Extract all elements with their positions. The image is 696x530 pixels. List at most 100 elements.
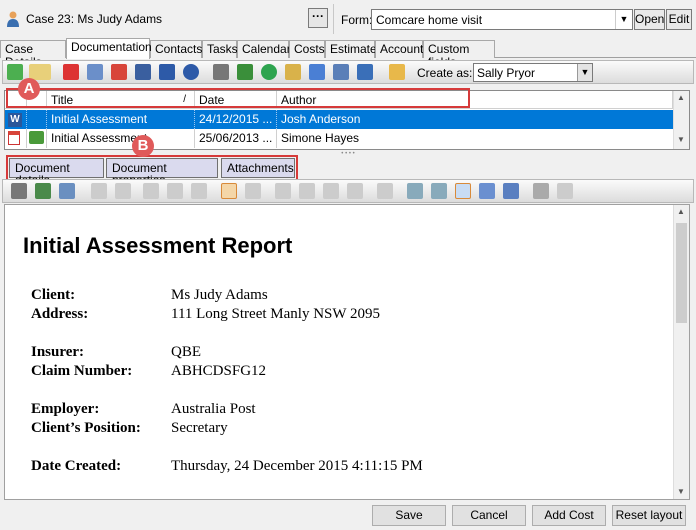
print-icon[interactable] bbox=[213, 64, 229, 80]
filter-icon[interactable] bbox=[309, 64, 325, 80]
tab-case-details[interactable]: Case Details bbox=[0, 40, 66, 69]
row-date: 25/06/2013 ... bbox=[195, 129, 277, 148]
chevron-down-icon[interactable]: ▼ bbox=[677, 135, 685, 144]
create-as-select[interactable]: Sally Pryor ▼ bbox=[473, 63, 593, 82]
tab-estimate[interactable]: Estimate bbox=[325, 40, 377, 58]
bullets-icon[interactable] bbox=[275, 183, 291, 199]
person-icon bbox=[7, 11, 19, 27]
redo-icon[interactable] bbox=[115, 183, 131, 199]
grid-scrollbar[interactable]: ▲ ▼ bbox=[673, 91, 689, 149]
callout-a: A bbox=[18, 78, 40, 100]
chevron-down-icon[interactable]: ▼ bbox=[677, 487, 685, 496]
indent-icon[interactable] bbox=[347, 183, 363, 199]
font-icon[interactable] bbox=[245, 183, 261, 199]
layout-icon[interactable] bbox=[357, 64, 373, 80]
pdf-icon bbox=[5, 129, 27, 148]
divider bbox=[333, 4, 334, 34]
document-scrollbar[interactable]: ▲ ▼ bbox=[673, 205, 689, 499]
page-layout-icon[interactable] bbox=[221, 183, 237, 199]
tab-contacts[interactable]: Contacts bbox=[150, 40, 202, 58]
field-value: Secretary bbox=[171, 420, 228, 436]
field-label: Address: bbox=[31, 306, 89, 322]
field-label: Client: bbox=[31, 287, 76, 303]
callout-b: B bbox=[132, 135, 154, 157]
paste-icon[interactable] bbox=[191, 183, 207, 199]
document-editor[interactable]: Initial Assessment Report Client: Ms Jud… bbox=[4, 204, 690, 500]
tab-calendar[interactable]: Calendar bbox=[237, 40, 291, 58]
type-cell bbox=[27, 110, 47, 129]
chevron-down-icon[interactable]: ▼ bbox=[577, 64, 592, 81]
fit-page-icon[interactable] bbox=[455, 183, 471, 199]
chevron-down-icon[interactable]: ▼ bbox=[615, 10, 632, 29]
print-icon[interactable] bbox=[11, 183, 27, 199]
field-value: QBE bbox=[171, 344, 201, 360]
cancel-button[interactable]: Cancel bbox=[452, 505, 526, 526]
columns-icon[interactable] bbox=[333, 64, 349, 80]
tab-account[interactable]: Account bbox=[375, 40, 423, 58]
outdent-icon[interactable] bbox=[323, 183, 339, 199]
field-label: Employer: bbox=[31, 401, 100, 417]
more-button[interactable]: ··· bbox=[308, 8, 328, 28]
import-icon[interactable] bbox=[285, 64, 301, 80]
save-icon[interactable] bbox=[159, 64, 175, 80]
zoom-in-icon[interactable] bbox=[431, 183, 447, 199]
table-row[interactable]: Initial Assessment 25/06/2013 ... Simone… bbox=[5, 129, 673, 148]
highlight-box-a bbox=[6, 88, 470, 108]
copy-icon[interactable] bbox=[167, 183, 183, 199]
chevron-up-icon[interactable]: ▲ bbox=[677, 93, 685, 102]
add-cost-button[interactable]: Add Cost bbox=[532, 505, 606, 526]
field-label: Date Created: bbox=[31, 458, 122, 474]
delete-icon[interactable] bbox=[63, 64, 79, 80]
table-row[interactable]: W Initial Assessment 24/12/2015 ... Josh… bbox=[5, 110, 673, 129]
document-heading: Initial Assessment Report bbox=[23, 233, 293, 258]
edit-button[interactable]: Edit bbox=[666, 9, 692, 30]
field-value: Australia Post bbox=[171, 401, 256, 417]
money-icon bbox=[27, 129, 47, 148]
find-icon[interactable] bbox=[59, 183, 75, 199]
field-label: Claim Number: bbox=[31, 363, 133, 379]
field-value: 111 Long Street Manly NSW 2095 bbox=[171, 306, 381, 322]
template-icon[interactable] bbox=[503, 183, 519, 199]
tab-tasks[interactable]: Tasks bbox=[202, 40, 238, 58]
case-title: Case 23: Ms Judy Adams bbox=[26, 12, 163, 26]
add-icon[interactable] bbox=[7, 64, 23, 80]
tab-costs[interactable]: Costs bbox=[289, 40, 325, 58]
form-label: Form: bbox=[341, 13, 373, 27]
highlight-box-b bbox=[6, 155, 298, 181]
export-icon[interactable] bbox=[237, 64, 253, 80]
field-label: Insurer: bbox=[31, 344, 85, 360]
ab-icon[interactable] bbox=[557, 183, 573, 199]
scroll-thumb[interactable] bbox=[676, 223, 687, 323]
tab-bar: Case Details Documentation Contacts Task… bbox=[0, 38, 696, 69]
chevron-up-icon[interactable]: ▲ bbox=[677, 207, 685, 216]
reset-layout-button[interactable]: Reset layout bbox=[612, 505, 686, 526]
copy-icon[interactable] bbox=[87, 64, 103, 80]
create-as-label: Create as: bbox=[417, 66, 473, 80]
form-select-value: Comcare home visit bbox=[376, 13, 483, 27]
form-select[interactable]: Comcare home visit ▼ bbox=[371, 9, 633, 30]
field-value: ABHCDSFG12 bbox=[171, 363, 267, 379]
tab-custom-fields[interactable]: Custom fields bbox=[423, 40, 495, 69]
eraser-icon[interactable] bbox=[533, 183, 549, 199]
save-button[interactable]: Save bbox=[372, 505, 446, 526]
create-as-value: Sally Pryor bbox=[477, 66, 536, 80]
duplicate-icon[interactable] bbox=[135, 64, 151, 80]
pdf-icon[interactable] bbox=[111, 64, 127, 80]
cut-icon[interactable] bbox=[143, 183, 159, 199]
folder-icon[interactable] bbox=[389, 64, 405, 80]
zoom-out-icon[interactable] bbox=[407, 183, 423, 199]
print-preview-icon[interactable] bbox=[35, 183, 51, 199]
image-icon[interactable] bbox=[377, 183, 393, 199]
open-button[interactable]: Open bbox=[634, 9, 665, 30]
row-author: Josh Anderson bbox=[281, 112, 361, 126]
field-value: Ms Judy Adams bbox=[171, 287, 268, 303]
editor-toolbar bbox=[2, 179, 694, 203]
row-author: Simone Hayes bbox=[281, 131, 360, 145]
numbering-icon[interactable] bbox=[299, 183, 315, 199]
spell-check-icon[interactable] bbox=[479, 183, 495, 199]
undo-icon[interactable] bbox=[183, 64, 199, 80]
tab-documentation[interactable]: Documentation bbox=[66, 38, 152, 59]
undo-icon[interactable] bbox=[91, 183, 107, 199]
refresh-icon[interactable] bbox=[261, 64, 277, 80]
row-title: Initial Assessment bbox=[47, 110, 195, 129]
